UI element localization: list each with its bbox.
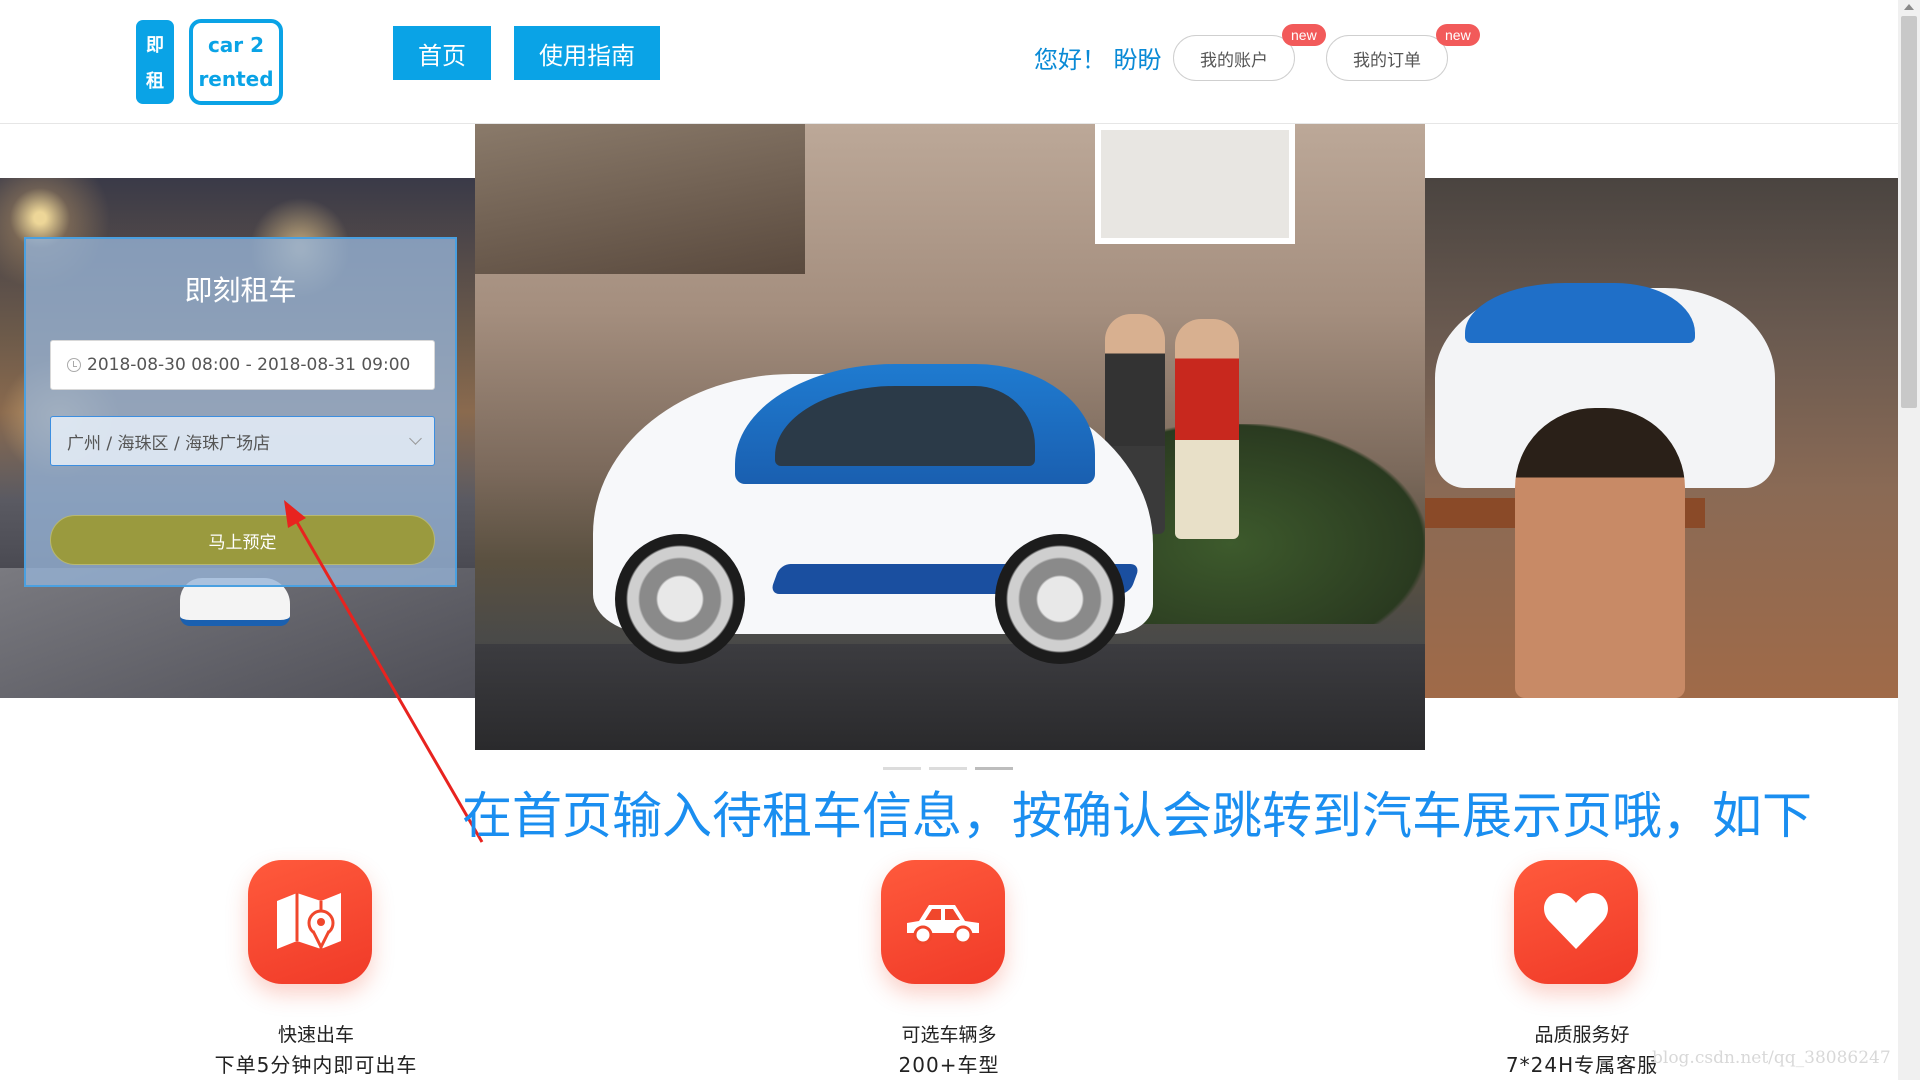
- feature-title: 可选车辆多: [901, 1024, 997, 1046]
- person-image: [1515, 408, 1685, 698]
- scroll-up-arrow-icon[interactable]: [1904, 4, 1914, 10]
- site-header: 即 租 car 2 rented 首页 使用指南 您好！ 盼盼 我的账户 我的订…: [0, 0, 1898, 124]
- map-glyph: [277, 893, 341, 951]
- heart-icon: [1514, 860, 1638, 984]
- carousel-slide-active[interactable]: [475, 124, 1425, 750]
- orders-new-badge: new: [1436, 24, 1480, 46]
- nav-guide-button[interactable]: 使用指南: [514, 26, 660, 80]
- logo-char-1: 即: [146, 35, 164, 56]
- street-image: [475, 644, 1425, 750]
- logo-wordmark[interactable]: car 2 rented: [189, 19, 283, 105]
- annotation-text: 在首页输入待租车信息，按确认会跳转到汽车展示页哦，如下: [462, 787, 1812, 845]
- watermark: blog.csdn.net/qq_38086247: [1652, 1048, 1891, 1068]
- carousel-dot-1[interactable]: [883, 767, 921, 770]
- car-roof-image: [1465, 283, 1695, 343]
- car-wheel-rear: [995, 534, 1125, 664]
- car-wheel-front: [615, 534, 745, 664]
- booking-title: 即刻租车: [184, 274, 297, 307]
- location-select[interactable]: 广州 / 海珠区 / 海珠广场店: [50, 416, 435, 466]
- feature-subtitle: 下单5分钟内即可出车: [214, 1053, 418, 1077]
- heart-glyph: [1544, 893, 1608, 949]
- nav-home-button[interactable]: 首页: [393, 26, 491, 80]
- feature-title: 快速出车: [277, 1024, 354, 1046]
- my-account-button[interactable]: 我的账户: [1173, 35, 1295, 81]
- carousel-dot-3[interactable]: [975, 767, 1013, 770]
- scroll-thumb[interactable]: [1901, 16, 1917, 408]
- date-range-input[interactable]: 2018-08-30 08:00 - 2018-08-31 09:00: [50, 340, 435, 390]
- building-roof-image: [475, 124, 805, 274]
- location-value: 广州 / 海珠区 / 海珠广场店: [67, 433, 271, 454]
- date-range-value: 2018-08-30 08:00 - 2018-08-31 09:00: [87, 355, 411, 375]
- car-glyph: [907, 905, 979, 945]
- clock-icon: [67, 358, 81, 372]
- chevron-down-icon: [409, 432, 422, 445]
- statue-woman-image: [1175, 319, 1239, 539]
- feature-title: 品质服务好: [1534, 1024, 1630, 1046]
- map-pin-icon: [248, 860, 372, 984]
- building-window-image: [1095, 124, 1295, 244]
- feature-subtitle: 200+车型: [898, 1053, 1000, 1077]
- my-orders-button[interactable]: 我的订单: [1326, 35, 1448, 81]
- carousel-dot-2[interactable]: [929, 767, 967, 770]
- page-scrollbar[interactable]: [1898, 0, 1920, 1080]
- car-icon: [881, 860, 1005, 984]
- book-now-button[interactable]: 马上预定: [50, 515, 435, 565]
- logo-char-2: 租: [146, 71, 164, 92]
- logo-line-2: rented: [198, 67, 274, 91]
- logo-mark[interactable]: 即 租: [136, 20, 174, 104]
- logo-line-1: car 2: [207, 33, 265, 57]
- user-greeting: 您好！ 盼盼: [1034, 46, 1162, 74]
- booking-panel: 即刻租车 2018-08-30 08:00 - 2018-08-31 09:00…: [24, 237, 457, 587]
- account-new-badge: new: [1282, 24, 1326, 46]
- carousel-slide-next[interactable]: [1425, 178, 1898, 698]
